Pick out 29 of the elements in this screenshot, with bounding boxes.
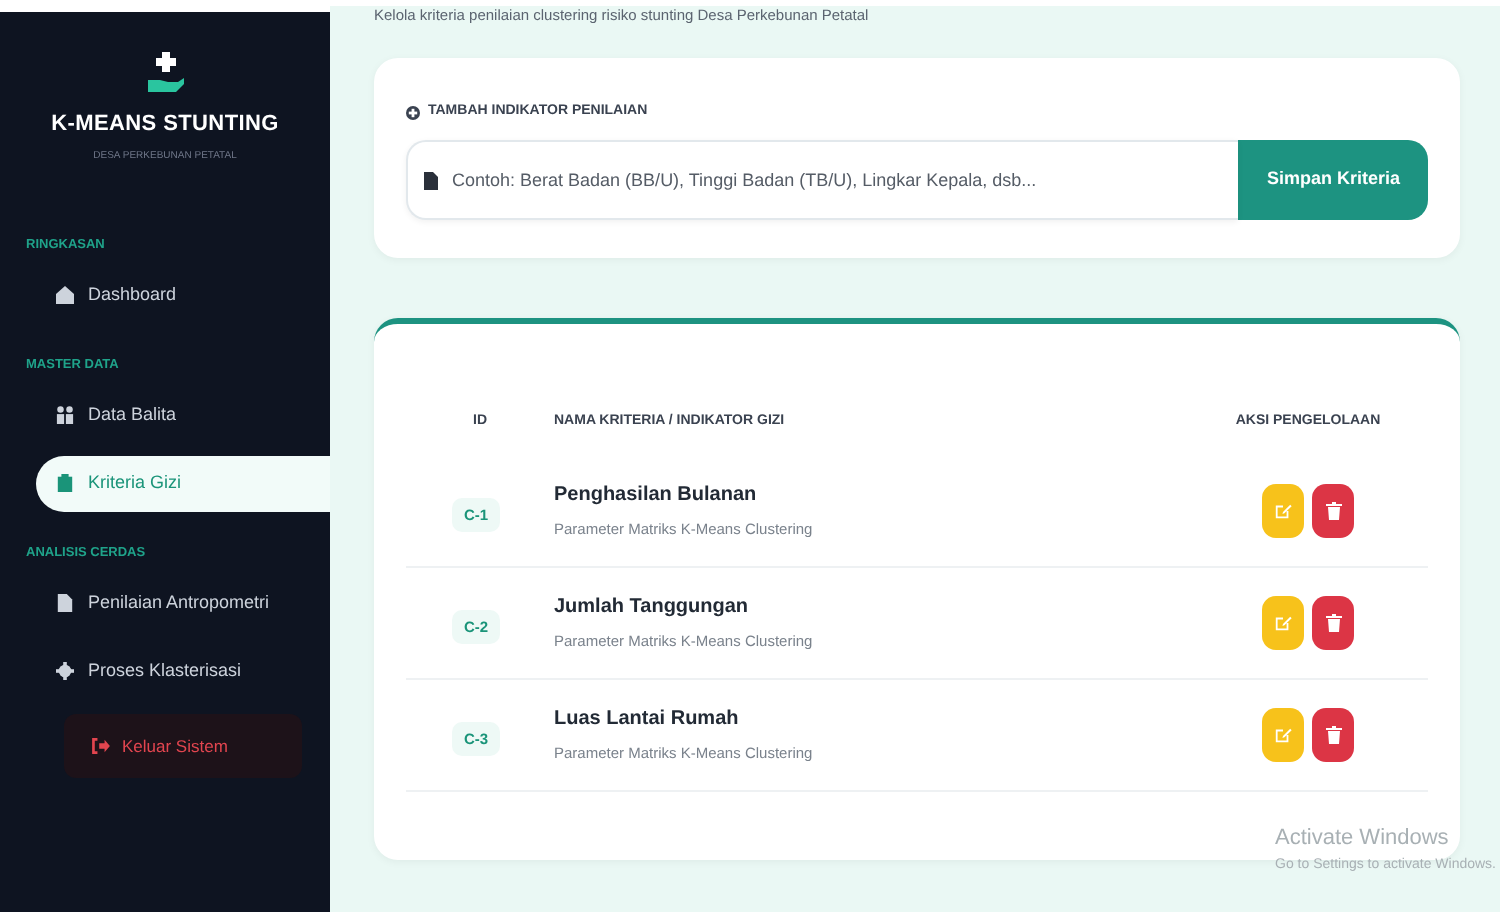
criteria-name: Luas Lantai Rumah — [554, 706, 741, 735]
hand-medical-icon — [147, 52, 183, 92]
activation-title: Activate Windows — [1275, 824, 1451, 854]
criteria-name: Penghasilan Bulanan — [554, 482, 759, 511]
trash-icon — [1325, 502, 1341, 520]
logout-icon — [92, 738, 110, 755]
home-icon — [56, 286, 74, 305]
clipboard-icon — [56, 474, 74, 492]
criteria-name: Jumlah Tanggungan — [554, 594, 751, 623]
edit-icon — [1274, 502, 1292, 520]
delete-button[interactable] — [1312, 484, 1354, 538]
edit-icon — [1274, 614, 1292, 632]
sidebar-item[interactable]: Data Balita — [0, 387, 330, 443]
save-button[interactable]: Simpan Kriteria — [1238, 139, 1428, 219]
trash-icon — [1325, 614, 1341, 632]
logout-button[interactable]: Keluar Sistem — [64, 714, 302, 779]
sidebar-item[interactable]: Proses Klasterisasi — [0, 642, 330, 699]
edit-icon — [1274, 726, 1292, 744]
people-icon — [56, 406, 74, 424]
sidebar-item[interactable]: Penilaian Antropometri — [0, 574, 330, 631]
sidebar-item[interactable]: Dashboard — [0, 267, 330, 324]
delete-button[interactable] — [1312, 596, 1354, 650]
brand-title: K-MEANS STUNTING — [51, 110, 279, 140]
delete-button[interactable] — [1312, 708, 1354, 762]
plus-circle-icon — [406, 105, 420, 120]
criteria-input-field[interactable]: Contoh: Berat Badan (BB/U), Tinggi Badan (TB/U), Lingkar Kepala, dsb... — [406, 139, 1239, 219]
sidebar-item[interactable]: Kriteria Gizi — [36, 455, 330, 511]
trash-icon — [1325, 726, 1341, 744]
document-icon — [56, 593, 74, 612]
